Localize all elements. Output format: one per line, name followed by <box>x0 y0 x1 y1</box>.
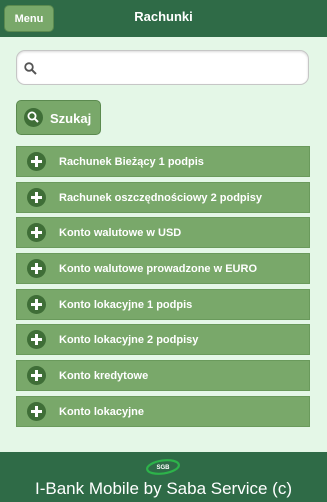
account-item[interactable]: Konto walutowe w USD <box>16 217 310 249</box>
account-item[interactable]: Konto lokacyjne 1 podpis <box>16 288 310 320</box>
account-item-label: Konto lokacyjne 2 podpisy <box>59 334 199 347</box>
plus-icon <box>27 187 46 207</box>
account-item-label: Konto walutowe prowadzone w EURO <box>59 263 257 276</box>
account-item-label: Rachunek oszczędnościowy 2 podpisy <box>59 191 262 204</box>
account-item[interactable]: Konto kredytowe <box>16 360 310 392</box>
account-item[interactable]: Rachunek Bieżący 1 podpis <box>16 146 310 177</box>
account-list: Rachunek Bieżący 1 podpis Rachunek oszczę… <box>16 146 310 432</box>
account-item-label: Konto lokacyjne 1 podpis <box>59 298 193 311</box>
account-item[interactable]: Rachunek oszczędnościowy 2 podpisy <box>16 181 310 213</box>
footer-bar: SGB I-Bank Mobile by Saba Service (c) <box>0 452 327 502</box>
svg-text:SGB: SGB <box>156 465 170 471</box>
plus-icon <box>27 259 46 279</box>
search-button[interactable]: Szukaj <box>16 100 101 135</box>
search-field[interactable] <box>16 50 309 85</box>
search-button-label: Szukaj <box>50 111 92 126</box>
search-icon <box>24 62 37 75</box>
search-input[interactable] <box>43 57 303 81</box>
account-item-label: Konto lokacyjne <box>59 405 144 418</box>
account-item[interactable]: Konto lokacyjne <box>16 395 310 427</box>
account-item-label: Konto walutowe w USD <box>59 227 182 240</box>
account-item[interactable]: Konto walutowe prowadzone w EURO <box>16 253 310 285</box>
plus-icon <box>27 223 46 243</box>
plus-icon <box>27 330 46 350</box>
header-bar: Menu Rachunki <box>0 0 327 37</box>
account-item-label: Rachunek Bieżący 1 podpis <box>59 156 204 168</box>
footer-text: I-Bank Mobile by Saba Service (c) <box>35 479 292 498</box>
account-item[interactable]: Konto lokacyjne 2 podpisy <box>16 324 310 356</box>
page-title: Rachunki <box>134 9 193 24</box>
search-icon <box>24 108 43 127</box>
plus-icon <box>27 152 46 171</box>
plus-icon <box>27 294 46 314</box>
plus-icon <box>27 366 46 386</box>
plus-icon <box>27 401 46 421</box>
account-item-label: Konto kredytowe <box>59 370 149 383</box>
sgb-logo: SGB <box>146 459 180 475</box>
